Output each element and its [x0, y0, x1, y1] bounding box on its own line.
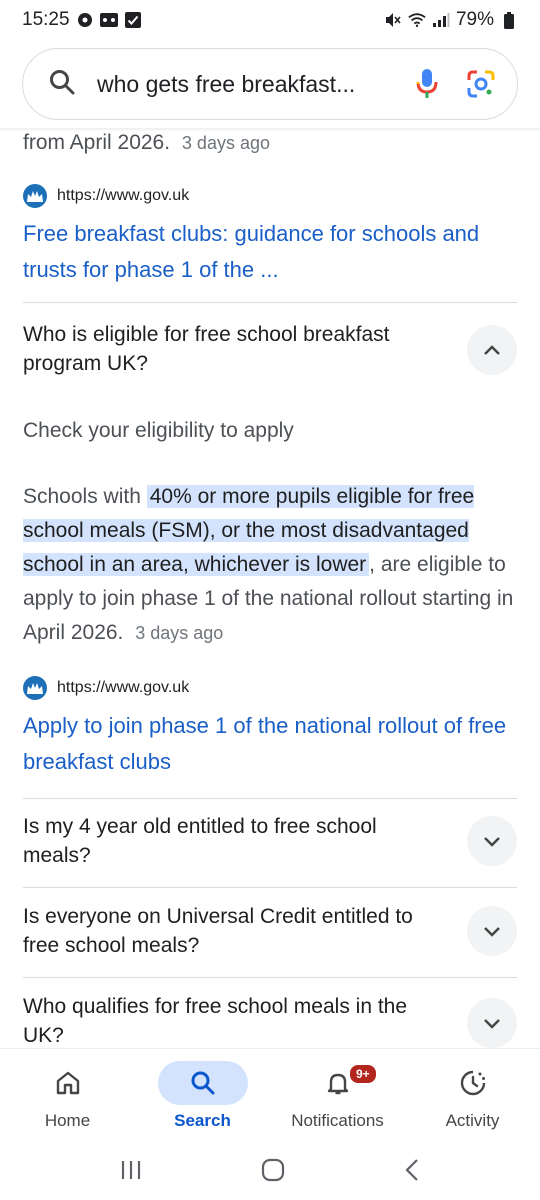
faq-question[interactable]: Is my 4 year old entitled to free school…: [23, 812, 443, 870]
recent-apps-button[interactable]: [119, 1159, 143, 1186]
source-url: https://www.gov.uk: [57, 187, 190, 204]
activity-history-icon: [460, 1070, 485, 1096]
divider: [23, 977, 517, 978]
snippet-text: from April 2026.: [23, 131, 171, 154]
battery-icon: [500, 11, 518, 29]
answer-date: 3 days ago: [135, 623, 224, 643]
search-icon: [191, 1071, 214, 1095]
results-content[interactable]: from April 2026. 3 days ago https://www.…: [0, 124, 540, 1050]
faq-question[interactable]: Who qualifies for free school meals in t…: [23, 992, 443, 1050]
home-icon: [56, 1071, 79, 1095]
nav-search-label: Search: [174, 1111, 231, 1130]
voice-search-button[interactable]: [409, 66, 445, 102]
checkbox-icon: [124, 11, 142, 29]
nav-activity[interactable]: Activity: [405, 1049, 540, 1145]
collapse-button[interactable]: [467, 325, 517, 375]
home-system-button[interactable]: [261, 1158, 285, 1187]
crown-icon: [23, 676, 47, 700]
search-icon[interactable]: [49, 69, 75, 100]
mute-icon: [384, 11, 402, 29]
answer-text: Schools with 40% or more pupils eligible…: [23, 480, 517, 650]
bell-icon: [327, 1073, 348, 1095]
microphone-icon: [416, 69, 438, 98]
battery-percent: 79%: [455, 9, 494, 30]
snippet-tail: from April 2026. 3 days ago: [23, 128, 270, 158]
chevron-down-icon: [484, 837, 500, 847]
divider: [23, 798, 517, 799]
nav-home-pill[interactable]: [23, 1061, 113, 1105]
expand-button[interactable]: [467, 998, 517, 1048]
divider: [23, 302, 517, 303]
answer-link[interactable]: Apply to join phase 1 of the national ro…: [23, 708, 513, 780]
status-time: 15:25: [22, 9, 70, 30]
faq-question[interactable]: Is everyone on Universal Credit entitled…: [23, 902, 443, 960]
nav-notifications[interactable]: 9+ Notifications: [270, 1049, 405, 1145]
answer-source[interactable]: https://www.gov.uk: [23, 676, 189, 700]
recent-apps-icon: [121, 1160, 141, 1179]
chevron-down-icon: [484, 1019, 500, 1029]
chevron-down-icon: [484, 927, 500, 937]
chevron-up-icon: [484, 345, 500, 355]
nav-home-label: Home: [44, 1111, 91, 1130]
back-button[interactable]: [403, 1158, 421, 1187]
expand-button[interactable]: [467, 816, 517, 866]
google-lens-icon: [467, 70, 495, 98]
nav-home[interactable]: Home: [0, 1049, 135, 1145]
source-url: https://www.gov.uk: [57, 679, 190, 696]
home-circle-icon: [261, 1158, 285, 1181]
wifi-icon: [408, 11, 426, 29]
notifications-badge: 9+: [348, 1063, 378, 1085]
search-bar[interactable]: who gets free breakfast...: [22, 48, 518, 120]
football-icon: [76, 11, 94, 29]
expand-button[interactable]: [467, 906, 517, 956]
lens-search-button[interactable]: [463, 66, 499, 102]
nav-search-pill[interactable]: [157, 1061, 248, 1105]
back-chevron-icon: [405, 1158, 418, 1181]
system-navigation: [0, 1144, 540, 1200]
answer-heading: Check your eligibility to apply: [23, 419, 294, 442]
result-source[interactable]: https://www.gov.uk: [23, 184, 189, 208]
nav-activity-pill[interactable]: [428, 1061, 518, 1105]
nav-activity-label: Activity: [445, 1111, 500, 1130]
answer-prefix: Schools with: [23, 485, 141, 508]
faq-question[interactable]: Who is eligible for free school breakfas…: [23, 320, 443, 378]
voicemail-icon: [99, 11, 118, 29]
divider: [23, 887, 517, 888]
nav-notifications-label: Notifications: [291, 1111, 384, 1130]
crown-icon: [23, 184, 47, 208]
status-bar: 15:25 79%: [0, 0, 540, 40]
result-title-link[interactable]: Free breakfast clubs: guidance for schoo…: [23, 216, 513, 288]
nav-search[interactable]: Search: [135, 1049, 270, 1145]
search-input[interactable]: who gets free breakfast...: [97, 71, 391, 98]
signal-icon: [432, 11, 450, 29]
bottom-navigation: Home Search 9+ Notifications Activity: [0, 1048, 540, 1144]
snippet-date: 3 days ago: [181, 133, 270, 153]
